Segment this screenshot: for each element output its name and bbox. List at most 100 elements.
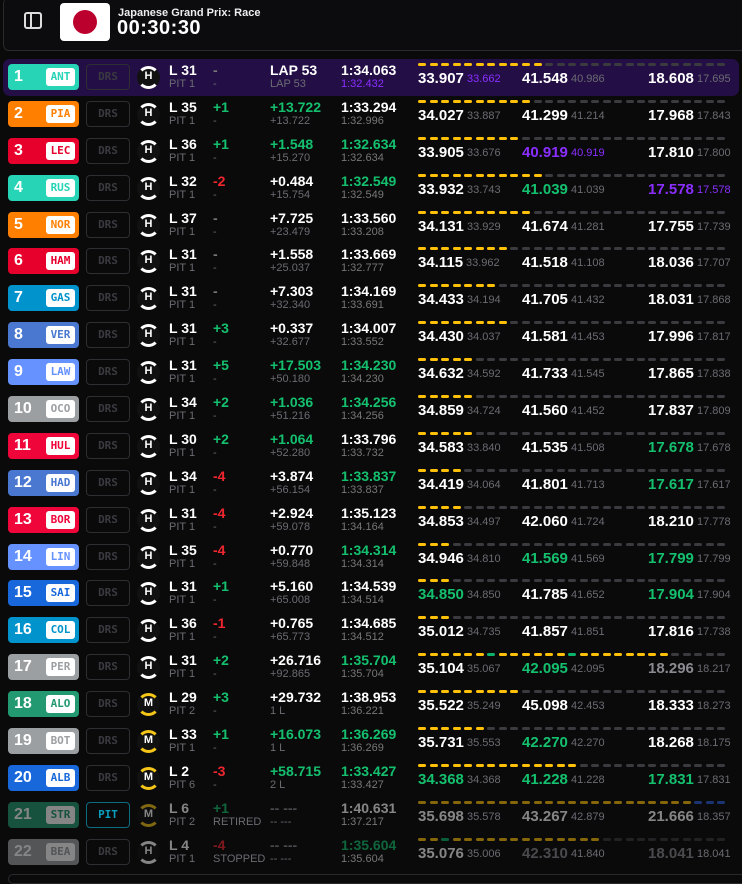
driver-row[interactable]: 19 BOT DRS M L 33 PIT 1 +1 - +16.073 1 L…: [0, 723, 742, 760]
interval: +3.874: [270, 467, 314, 484]
sector-1-best: 35.006: [467, 847, 501, 860]
mini-sector: [452, 210, 461, 214]
mini-sector: [637, 579, 645, 583]
sector-1-time: 34.946: [418, 549, 464, 567]
mini-sector: [533, 247, 542, 251]
sector-1-best: 34.735: [467, 626, 501, 639]
mini-sector: [533, 800, 542, 804]
sector-3-best: 17.617: [697, 478, 731, 491]
mini-sector: [637, 468, 645, 472]
mini-sector: [487, 690, 495, 694]
sector-1-best: 34.850: [467, 589, 501, 602]
sector-1-time: 33.905: [418, 143, 464, 161]
mini-sector: [487, 136, 495, 140]
lap-count: L 34: [169, 467, 197, 484]
mini-sector: [545, 727, 553, 731]
pit-count: PIT 1: [169, 594, 196, 607]
driver-row[interactable]: 3 LEC DRS H L 36 PIT 1 +1 - +1.548 +15.2…: [0, 133, 742, 170]
mini-sector: [464, 247, 472, 251]
mini-sector: [717, 99, 725, 103]
mini-sector: [682, 800, 691, 804]
driver-row[interactable]: 7 GAS DRS H L 31 PIT 1 - - +7.303 +32.34…: [0, 280, 742, 317]
position-badge: 4 RUS: [8, 174, 79, 201]
mini-sector: [522, 505, 530, 509]
driver-row[interactable]: 6 HAM DRS H L 31 PIT 1 - - +1.558 +25.03…: [0, 243, 742, 280]
driver-row[interactable]: 18 ALO DRS M L 29 PIT 2 +3 - +29.732 1 L…: [0, 686, 742, 723]
positions-changed: -: [213, 283, 218, 300]
driver-row[interactable]: 2 PIA DRS H L 35 PIT 1 +1 - +13.722 +13.…: [0, 96, 742, 133]
sector-2-time: 41.560: [522, 402, 568, 420]
drs-indicator: DRS: [86, 322, 130, 349]
mini-sector: [614, 136, 622, 140]
driver-row[interactable]: 14 LIN DRS H L 35 PIT 1 -4 - +0.770 +59.…: [0, 539, 742, 576]
last-lap-time: 1:40.631: [341, 799, 397, 816]
mini-sector: [671, 358, 679, 362]
driver-row[interactable]: 5 NOR DRS H L 37 PIT 1 - - +7.725 +23.47…: [0, 207, 742, 244]
mini-sector: [602, 505, 611, 509]
driver-row[interactable]: 22 BEA DRS H L 4 PIT 1 -4 STOPPED -- ---…: [0, 834, 742, 871]
mini-sector: [648, 358, 656, 362]
sector-2-time: 41.785: [522, 586, 568, 604]
driver-row[interactable]: 12 HAD DRS H L 34 PIT 1 -4 - +3.874 +56.…: [0, 465, 742, 502]
mini-sector: [625, 468, 634, 472]
sector-3-best: 17.738: [697, 626, 731, 639]
driver-code: NOR: [46, 215, 75, 234]
sector-1-minisectors: [418, 321, 518, 325]
mini-sector: [625, 173, 634, 177]
mini-sector: [429, 616, 438, 620]
mini-sector: [441, 99, 449, 103]
mini-sector: [625, 395, 634, 399]
driver-row[interactable]: 17 PER DRS H L 31 PIT 1 +2 - +26.716 +92…: [0, 649, 742, 686]
mini-sector: [625, 247, 634, 251]
driver-row[interactable]: 10 OCO DRS H L 34 PIT 1 +2 - +1.036 +51.…: [0, 391, 742, 428]
mini-sector: [591, 616, 599, 620]
driver-row[interactable]: 4 RUS DRS H L 32 PIT 1 -2 - +0.484 +15.7…: [0, 170, 742, 207]
gap-to-leader: 1 L: [270, 705, 286, 718]
mini-sector: [682, 99, 691, 103]
mini-sector: [602, 247, 611, 251]
mini-sector: [475, 690, 484, 694]
mini-sector: [545, 210, 553, 214]
sector-3-best: 17.778: [697, 515, 731, 528]
mini-sector: [694, 63, 702, 66]
driver-row[interactable]: 1 ANT DRS H L 31 PIT 1 - - LAP 53 LAP 53…: [3, 59, 739, 96]
sector-3-minisectors: [648, 358, 725, 362]
driver-row[interactable]: 11 HUL DRS H L 30 PIT 1 +2 - +1.064 +52.…: [0, 428, 742, 465]
drs-indicator: DRS: [86, 64, 130, 90]
interval: +7.725: [270, 209, 314, 226]
positions-changed: +3: [213, 320, 229, 337]
mini-sector: [498, 800, 507, 804]
last-lap-time: 1:34.007: [341, 320, 397, 337]
sector-3-best: 17.578: [697, 183, 731, 196]
driver-row[interactable]: 16 COL DRS H L 36 PIT 1 -1 - +0.765 +65.…: [0, 612, 742, 649]
mini-sector: [625, 837, 634, 841]
drs-indicator: DRS: [86, 211, 130, 238]
mini-sector: [671, 763, 679, 767]
sector-3-minisectors: [648, 431, 725, 435]
mini-sector: [475, 395, 484, 399]
mini-sector: [452, 321, 461, 325]
best-lap-time: 1:34.514: [341, 594, 384, 607]
mini-sector: [452, 99, 461, 103]
driver-row[interactable]: 13 BOR DRS H L 31 PIT 1 -4 - +2.924 +59.…: [0, 502, 742, 539]
driver-row[interactable]: 21 STR PIT M L 6 PIT 2 +1 RETIRED -- ---…: [0, 797, 742, 834]
mini-sector: [602, 468, 611, 472]
sidebar-toggle-icon[interactable]: [24, 12, 42, 29]
driver-row[interactable]: 15 SAI DRS H L 31 PIT 1 +1 - +5.160 +65.…: [0, 575, 742, 612]
driver-row[interactable]: 8 VER DRS H L 31 PIT 1 +3 - +0.337 +32.6…: [0, 317, 742, 354]
mini-sector: [717, 284, 725, 288]
mini-sector: [614, 321, 622, 325]
sector-1-minisectors: [418, 837, 518, 841]
driver-row[interactable]: 20 ALB DRS M L 2 PIT 6 -3 - +58.715 2 L …: [0, 760, 742, 797]
driver-status: -: [213, 299, 217, 312]
mini-sector: [705, 579, 714, 583]
lap-count: L 31: [169, 504, 197, 521]
mini-sector: [487, 505, 495, 509]
mini-sector: [637, 837, 645, 841]
mini-sector: [602, 284, 611, 288]
sector-2-minisectors: [522, 99, 645, 103]
mini-sector: [545, 837, 553, 841]
mini-sector: [602, 616, 611, 620]
driver-row[interactable]: 9 LAW DRS H L 31 PIT 1 +5 - +17.503 +50.…: [0, 354, 742, 391]
sector-2-time: 42.095: [522, 660, 568, 678]
